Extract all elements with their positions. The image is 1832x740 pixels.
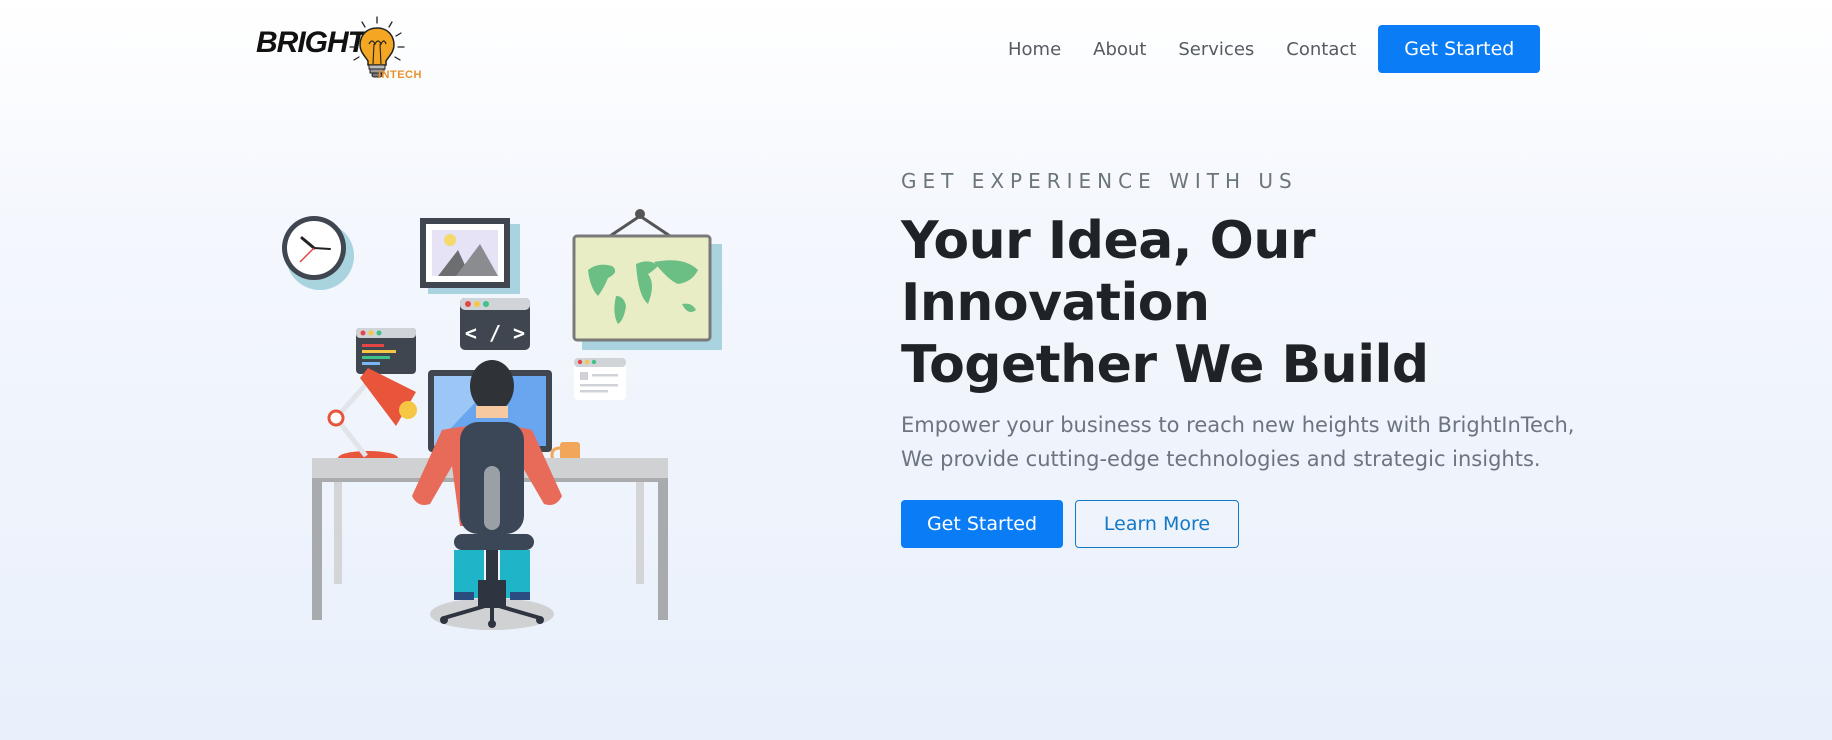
hero-subtext: Empower your business to reach new heigh… [901, 413, 1575, 471]
hero-learn-more-button[interactable]: Learn More [1075, 500, 1239, 548]
desk-lamp-icon [327, 368, 417, 465]
headline-line-1: Your Idea, Our Innovation [901, 211, 1316, 333]
headline-line-2: Together We Build [901, 335, 1429, 395]
logo-subtitle: INTECH [378, 69, 422, 81]
world-map-icon [572, 209, 722, 350]
hero-eyebrow: GET EXPERIENCE WITH US [901, 169, 1298, 193]
nav-link-contact[interactable]: Contact [1286, 39, 1356, 60]
navbar: BRIGHT INTECH Home About Services Contac… [0, 0, 1832, 100]
nav-get-started-button[interactable]: Get Started [1378, 25, 1541, 73]
code-tag-window-icon: < / > [460, 298, 530, 350]
hero-headline: Your Idea, Our Innovation Together We Bu… [901, 210, 1621, 396]
brand-logo[interactable]: BRIGHT INTECH [256, 14, 426, 86]
framed-picture-icon [420, 218, 520, 294]
nav-link-home[interactable]: Home [1008, 39, 1061, 60]
nav-menu: Home About Services Contact Get Started [1008, 25, 1541, 73]
code-tag-text: < / > [465, 321, 525, 345]
hero-content: GET EXPERIENCE WITH US Your Idea, Our In… [901, 168, 1621, 548]
document-window-icon [574, 358, 626, 400]
code-window-icon [356, 328, 416, 374]
hero-get-started-button[interactable]: Get Started [901, 500, 1063, 548]
nav-link-about[interactable]: About [1093, 39, 1146, 60]
hero-actions: Get Started Learn More [901, 500, 1621, 548]
wall-clock-icon [282, 216, 354, 290]
developer-at-desk-illustration: < / > [282, 209, 722, 630]
nav-link-services[interactable]: Services [1178, 39, 1254, 60]
